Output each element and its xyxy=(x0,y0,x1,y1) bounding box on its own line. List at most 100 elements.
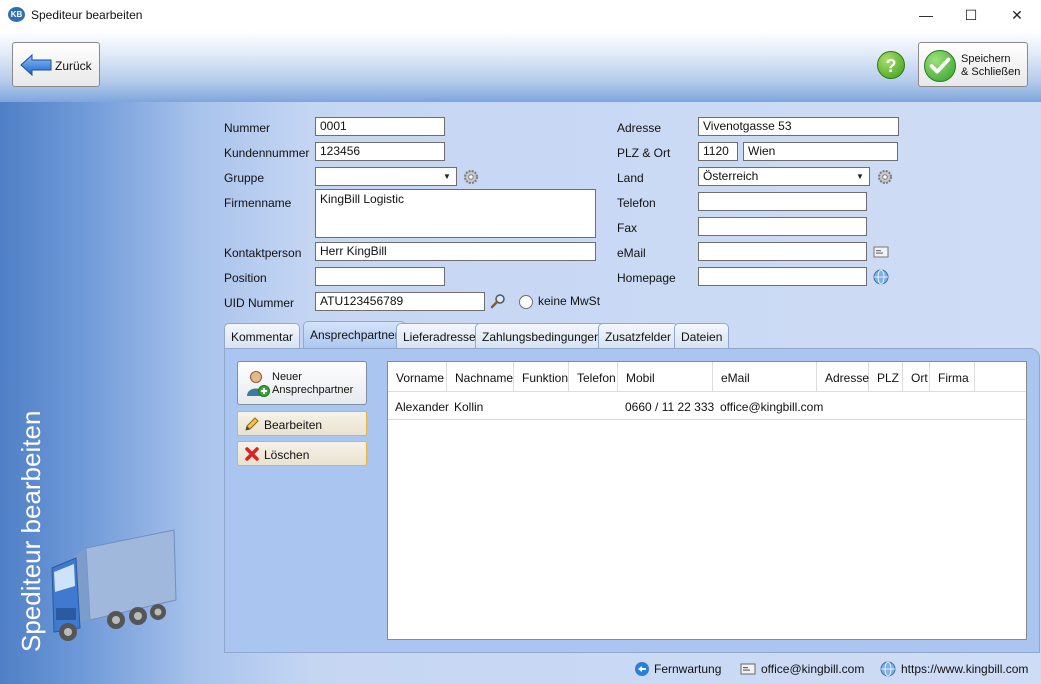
email-input[interactable] xyxy=(698,242,867,261)
cell-mobil: 0660 / 11 22 333 xyxy=(625,400,715,414)
cell-funktion xyxy=(514,392,521,420)
fax-input[interactable] xyxy=(698,217,867,236)
edit-button[interactable]: Bearbeiten xyxy=(237,411,367,436)
cell-adresse xyxy=(817,392,824,420)
cell-nachname: Kollin xyxy=(454,400,484,414)
firmenname-input[interactable]: KingBill Logistic xyxy=(315,189,596,238)
new-contact-button[interactable]: Neuer Ansprechpartner xyxy=(237,361,367,405)
cell-plz xyxy=(869,392,876,420)
kontaktperson-label: Kontaktperson xyxy=(224,246,302,260)
keine-mwst-label: keine MwSt xyxy=(538,294,601,308)
arrow-left-icon xyxy=(20,54,52,76)
gruppe-select[interactable]: ▼ xyxy=(315,167,457,186)
tab-zusatzfelder[interactable]: Zusatzfelder xyxy=(598,323,679,348)
footer-website-link[interactable]: https://www.kingbill.com xyxy=(901,660,1028,678)
ort-input[interactable]: Wien xyxy=(743,142,898,161)
gruppe-label: Gruppe xyxy=(224,171,265,185)
telefon-label: Telefon xyxy=(617,196,656,210)
search-icon[interactable] xyxy=(490,293,506,309)
column-header-funktion[interactable]: Funktion xyxy=(514,362,569,392)
tab-lieferadresse[interactable]: Lieferadresse xyxy=(396,323,483,348)
column-header-vorname[interactable]: Vorname xyxy=(388,362,447,392)
homepage-label: Homepage xyxy=(617,271,676,285)
sidebar-title: Spediteur bearbeiten xyxy=(10,392,46,652)
remote-support-link[interactable]: Fernwartung xyxy=(654,660,721,678)
sidebar-title-text: Spediteur bearbeiten xyxy=(16,410,46,652)
position-input[interactable] xyxy=(315,267,445,286)
homepage-input[interactable] xyxy=(698,267,867,286)
checkmark-icon xyxy=(924,50,956,82)
kontaktperson-input[interactable]: Herr KingBill xyxy=(315,242,596,261)
firmenname-label: Firmenname xyxy=(224,196,292,210)
footer-email-link[interactable]: office@kingbill.com xyxy=(761,660,864,678)
uid-label: UID Nummer xyxy=(224,296,295,310)
table-header: Vorname Nachname Funktion Telefon Mobil … xyxy=(388,362,1026,392)
adresse-input[interactable]: Vivenotgasse 53 xyxy=(698,117,899,136)
column-header-adresse[interactable]: Adresse xyxy=(817,362,869,392)
globe-icon[interactable] xyxy=(880,661,896,677)
gear-icon[interactable] xyxy=(463,169,479,185)
cell-email: office@kingbill.com xyxy=(720,400,824,414)
tab-ansprechpartner[interactable]: Ansprechpartner xyxy=(303,321,406,349)
save-label-line2: & Schließen xyxy=(961,66,1021,78)
cell-vorname: Alexander xyxy=(395,400,450,414)
column-header-firma[interactable]: Firma xyxy=(930,362,975,392)
cell-telefon xyxy=(569,392,576,420)
add-person-icon xyxy=(247,371,270,397)
back-button[interactable]: Zurück xyxy=(12,42,100,87)
column-header-plz[interactable]: PLZ xyxy=(869,362,903,392)
new-contact-label: Neuer Ansprechpartner xyxy=(272,371,353,397)
envelope-icon[interactable] xyxy=(873,244,889,260)
title-bar: KB Spediteur bearbeiten — ☐ ✕ xyxy=(0,0,1041,30)
new-contact-line2: Ansprechpartner xyxy=(272,384,354,396)
kundennummer-input[interactable]: 123456 xyxy=(315,142,445,161)
delete-x-icon xyxy=(245,447,259,461)
globe-icon[interactable] xyxy=(873,269,889,285)
cell-firma xyxy=(930,392,937,420)
delete-button[interactable]: Löschen xyxy=(237,441,367,466)
close-button[interactable]: ✕ xyxy=(994,0,1040,30)
column-header-email[interactable]: eMail xyxy=(713,362,817,392)
land-value: Österreich xyxy=(703,169,759,183)
contacts-table[interactable]: Vorname Nachname Funktion Telefon Mobil … xyxy=(387,361,1027,640)
land-label: Land xyxy=(617,171,644,185)
column-header-mobil[interactable]: Mobil xyxy=(618,362,713,392)
keine-mwst-checkbox[interactable] xyxy=(519,295,533,309)
delete-button-label: Löschen xyxy=(264,448,310,462)
help-icon[interactable]: ? xyxy=(877,51,905,79)
minimize-button[interactable]: — xyxy=(903,0,949,30)
gear-icon[interactable] xyxy=(877,169,893,185)
telefon-input[interactable] xyxy=(698,192,867,211)
maximize-button[interactable]: ☐ xyxy=(948,0,994,30)
tab-kommentar[interactable]: Kommentar xyxy=(224,323,301,348)
pencil-icon xyxy=(245,417,259,431)
chevron-down-icon[interactable]: ▼ xyxy=(852,169,868,184)
chevron-down-icon[interactable]: ▼ xyxy=(439,169,455,184)
adresse-label: Adresse xyxy=(617,121,662,135)
envelope-icon[interactable] xyxy=(740,661,756,677)
remote-support-icon[interactable] xyxy=(634,661,650,677)
uid-input[interactable]: ATU123456789 xyxy=(315,292,485,311)
plz-input[interactable]: 1120 xyxy=(698,142,738,161)
tab-dateien[interactable]: Dateien xyxy=(674,323,730,348)
tab-zahlungsbedingungen[interactable]: Zahlungsbedingungen xyxy=(475,323,608,348)
table-row[interactable]: Alexander Kollin 0660 / 11 22 333 office… xyxy=(388,392,1026,420)
edit-button-label: Bearbeiten xyxy=(264,418,323,432)
land-select[interactable]: Österreich ▼ xyxy=(698,167,870,186)
toolbar: Zurück ? Speichern & Schließen xyxy=(0,30,1041,102)
nummer-input[interactable]: 0001 xyxy=(315,117,445,136)
new-contact-line1: Neuer xyxy=(272,371,302,383)
email-label: eMail xyxy=(617,246,646,260)
fax-label: Fax xyxy=(617,221,638,235)
column-header-ort[interactable]: Ort xyxy=(903,362,930,392)
column-header-telefon[interactable]: Telefon xyxy=(569,362,618,392)
save-label-line1: Speichern xyxy=(961,53,1011,65)
nummer-label: Nummer xyxy=(224,121,271,135)
plz-ort-label: PLZ & Ort xyxy=(617,146,671,160)
app-logo-icon: KB xyxy=(8,7,25,22)
save-and-close-button[interactable]: Speichern & Schließen xyxy=(918,42,1028,87)
kundennummer-label: Kundennummer xyxy=(224,146,310,160)
column-header-nachname[interactable]: Nachname xyxy=(447,362,514,392)
window-title: Spediteur bearbeiten xyxy=(31,8,143,22)
truck-icon xyxy=(51,529,177,641)
